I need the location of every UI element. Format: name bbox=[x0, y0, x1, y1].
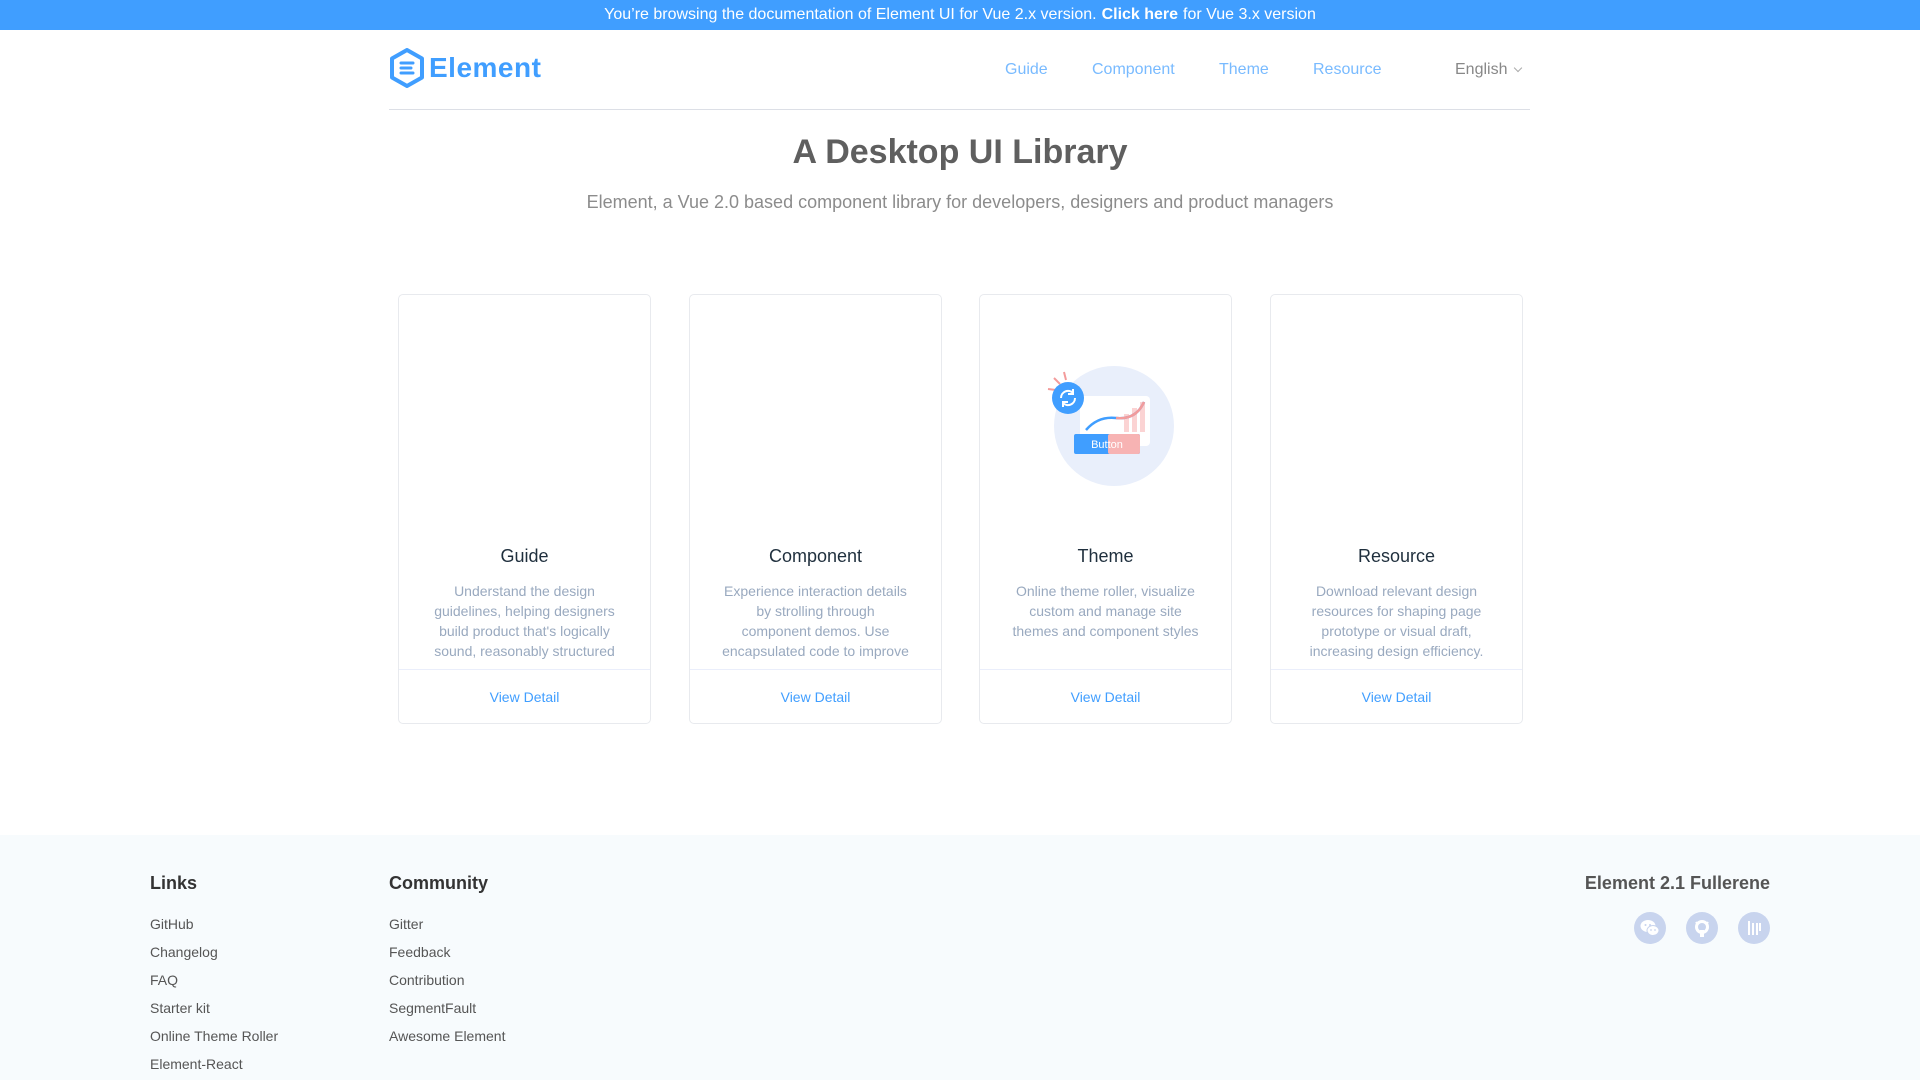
card-description: Download relevant design resources for s… bbox=[1309, 583, 1484, 659]
footer-link-starter-kit[interactable]: Starter kit bbox=[150, 994, 278, 1022]
view-detail-link[interactable]: View Detail bbox=[1071, 689, 1141, 705]
card-description: Understand the design guidelines, helpin… bbox=[434, 583, 615, 659]
nav-guide[interactable]: Guide bbox=[1005, 61, 1048, 79]
card-title: Component bbox=[768, 546, 863, 566]
card-footer: View Detail bbox=[399, 669, 650, 723]
card-component: Component Experience interaction details… bbox=[689, 294, 942, 724]
wechat-icon[interactable] bbox=[1634, 912, 1666, 944]
card-description: Online theme roller, visualize custom an… bbox=[1012, 583, 1199, 639]
footer-release: Element 2.1 Fullerene bbox=[1585, 873, 1770, 944]
card-footer: View Detail bbox=[690, 669, 941, 723]
page-subtitle: Element, a Vue 2.0 based component libra… bbox=[586, 192, 1334, 212]
view-detail-link[interactable]: View Detail bbox=[490, 689, 560, 705]
logo-text: Element bbox=[429, 52, 542, 83]
footer-link-contribution[interactable]: Contribution bbox=[389, 966, 505, 994]
banner-text: You’re browsing the documentation of Ele… bbox=[604, 6, 1097, 23]
footer-link-changelog[interactable]: Changelog bbox=[150, 938, 278, 966]
version-banner: You’re browsing the documentation of Ele… bbox=[0, 0, 1920, 30]
nav-resource[interactable]: Resource bbox=[1313, 61, 1381, 79]
footer-link-gitter[interactable]: Gitter bbox=[389, 910, 505, 938]
element-logo-icon bbox=[390, 48, 424, 88]
nav-theme[interactable]: Theme bbox=[1219, 61, 1269, 79]
footer-link-awesome-element[interactable]: Awesome Element bbox=[389, 1022, 505, 1050]
language-dropdown[interactable]: English bbox=[1455, 61, 1523, 79]
nav-component[interactable]: Component bbox=[1092, 61, 1175, 79]
footer-link-theme-roller[interactable]: Online Theme Roller bbox=[150, 1022, 278, 1050]
chevron-down-icon bbox=[1514, 63, 1523, 73]
card-description: Experience interaction details by stroll… bbox=[722, 583, 909, 659]
social-links bbox=[1585, 912, 1770, 944]
footer-link-feedback[interactable]: Feedback bbox=[389, 938, 505, 966]
card-footer: View Detail bbox=[1271, 669, 1522, 723]
footer-link-element-react[interactable]: Element-React bbox=[150, 1050, 278, 1078]
footer-link-github[interactable]: GitHub bbox=[150, 910, 278, 938]
banner-text-after: for Vue 3.x version bbox=[1183, 6, 1316, 23]
theme-illustration: Button bbox=[980, 335, 1231, 515]
component-illustration bbox=[690, 335, 941, 515]
view-detail-link[interactable]: View Detail bbox=[781, 689, 851, 705]
card-title: Resource bbox=[1357, 546, 1436, 566]
banner-vue3-link[interactable]: Click here bbox=[1102, 6, 1178, 24]
card-guide: Guide Understand the design guidelines, … bbox=[398, 294, 651, 724]
footer-community-heading: Community bbox=[389, 873, 488, 893]
card-resource: Resource Download relevant design resour… bbox=[1270, 294, 1523, 724]
footer-link-faq[interactable]: FAQ bbox=[150, 966, 278, 994]
footer-community: Community Gitter Feedback Contribution S… bbox=[389, 873, 505, 1050]
release-name: Element 2.1 Fullerene bbox=[1584, 873, 1770, 893]
card-footer: View Detail bbox=[980, 669, 1231, 723]
gitter-icon[interactable] bbox=[1738, 912, 1770, 944]
view-detail-link[interactable]: View Detail bbox=[1362, 689, 1432, 705]
card-theme: Button Theme Online theme roller, visual… bbox=[979, 294, 1232, 724]
logo[interactable]: Element bbox=[389, 48, 541, 88]
language-label: English bbox=[1455, 61, 1508, 78]
site-footer: Links GitHub Changelog FAQ Starter kit O… bbox=[0, 835, 1920, 1080]
theme-image-button-label: Button bbox=[1091, 439, 1123, 451]
site-header: Element Guide Component Theme Resource E… bbox=[389, 30, 1530, 110]
github-icon[interactable] bbox=[1686, 912, 1718, 944]
footer-link-segmentfault[interactable]: SegmentFault bbox=[389, 994, 505, 1022]
card-title: Theme bbox=[1077, 546, 1134, 566]
card-title: Guide bbox=[500, 546, 549, 566]
resource-illustration bbox=[1271, 335, 1522, 515]
guide-illustration bbox=[399, 335, 650, 515]
theme-roller-icon: Button bbox=[1047, 366, 1174, 486]
page-title: A Desktop UI Library bbox=[792, 133, 1128, 171]
footer-links-heading: Links bbox=[150, 873, 198, 893]
footer-links: Links GitHub Changelog FAQ Starter kit O… bbox=[150, 873, 278, 1078]
